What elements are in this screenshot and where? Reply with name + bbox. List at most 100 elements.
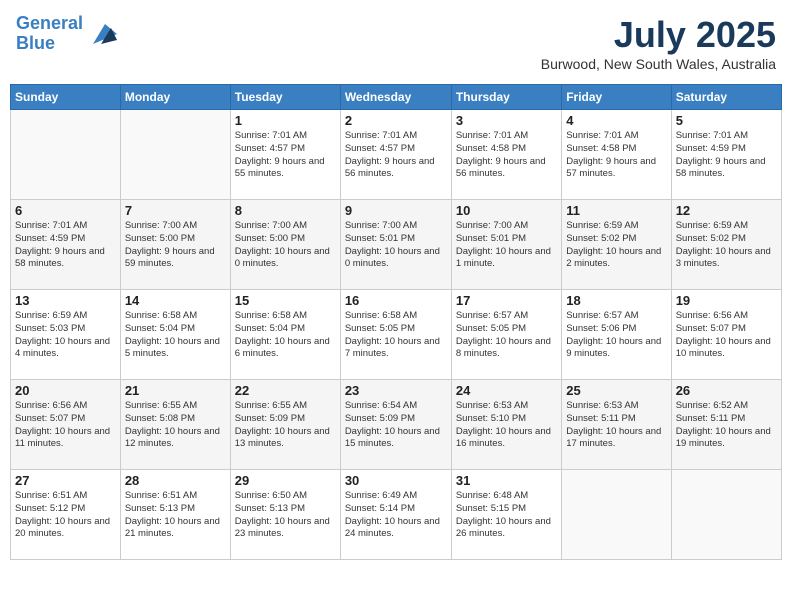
calendar-cell: 27Sunrise: 6:51 AM Sunset: 5:12 PM Dayli… <box>11 470 121 560</box>
calendar-table: SundayMondayTuesdayWednesdayThursdayFrid… <box>10 84 782 560</box>
day-number: 15 <box>235 293 336 308</box>
day-number: 24 <box>456 383 557 398</box>
day-info: Sunrise: 6:52 AM Sunset: 5:11 PM Dayligh… <box>676 400 777 451</box>
day-info: Sunrise: 7:01 AM Sunset: 4:59 PM Dayligh… <box>676 130 777 181</box>
calendar-cell: 5 Sunrise: 7:01 AM Sunset: 4:59 PM Daylig… <box>671 110 781 200</box>
day-number: 25 <box>566 383 666 398</box>
col-header-saturday: Saturday <box>671 85 781 110</box>
calendar-cell <box>120 110 230 200</box>
header: General Blue July 2025 Burwood, New Sout… <box>10 10 782 76</box>
day-info: Sunrise: 7:01 AM Sunset: 4:58 PM Dayligh… <box>566 130 666 181</box>
day-info: Sunrise: 6:58 AM Sunset: 5:04 PM Dayligh… <box>125 310 226 361</box>
calendar-cell: 4 Sunrise: 7:01 AM Sunset: 4:58 PM Daylig… <box>562 110 671 200</box>
day-info: Sunrise: 7:01 AM Sunset: 4:57 PM Dayligh… <box>345 130 447 181</box>
day-number: 5 <box>676 113 777 128</box>
calendar-cell: 25 Sunrise: 6:53 AM Sunset: 5:11 PM Dayli… <box>562 380 671 470</box>
day-info: Sunrise: 7:00 AM Sunset: 5:00 PM Dayligh… <box>125 220 226 271</box>
calendar-cell: 3 Sunrise: 7:01 AM Sunset: 4:58 PM Daylig… <box>451 110 561 200</box>
day-number: 23 <box>345 383 447 398</box>
day-number: 2 <box>345 113 447 128</box>
day-number: 17 <box>456 293 557 308</box>
day-number: 3 <box>456 113 557 128</box>
calendar-week-row: 20 Sunrise: 6:56 AM Sunset: 5:07 PM Dayli… <box>11 380 782 470</box>
day-number: 13 <box>15 293 116 308</box>
calendar-cell <box>11 110 121 200</box>
calendar-cell: 8 Sunrise: 7:00 AM Sunset: 5:00 PM Daylig… <box>230 200 340 290</box>
calendar-week-row: 27Sunrise: 6:51 AM Sunset: 5:12 PM Dayli… <box>11 470 782 560</box>
logo: General Blue <box>16 14 117 54</box>
day-number: 12 <box>676 203 777 218</box>
day-info: Sunrise: 7:00 AM Sunset: 5:01 PM Dayligh… <box>456 220 557 271</box>
day-info: Sunrise: 6:49 AM Sunset: 5:14 PM Dayligh… <box>345 490 447 541</box>
col-header-sunday: Sunday <box>11 85 121 110</box>
day-number: 19 <box>676 293 777 308</box>
col-header-tuesday: Tuesday <box>230 85 340 110</box>
day-number: 20 <box>15 383 116 398</box>
day-info: Sunrise: 6:55 AM Sunset: 5:09 PM Dayligh… <box>235 400 336 451</box>
day-number: 21 <box>125 383 226 398</box>
month-year: July 2025 <box>541 14 776 56</box>
calendar-cell: 1Sunrise: 7:01 AM Sunset: 4:57 PM Daylig… <box>230 110 340 200</box>
col-header-thursday: Thursday <box>451 85 561 110</box>
day-number: 14 <box>125 293 226 308</box>
day-info: Sunrise: 6:59 AM Sunset: 5:03 PM Dayligh… <box>15 310 116 361</box>
calendar-week-row: 13 Sunrise: 6:59 AM Sunset: 5:03 PM Dayli… <box>11 290 782 380</box>
day-info: Sunrise: 6:54 AM Sunset: 5:09 PM Dayligh… <box>345 400 447 451</box>
calendar-cell: 2 Sunrise: 7:01 AM Sunset: 4:57 PM Daylig… <box>340 110 451 200</box>
day-number: 16 <box>345 293 447 308</box>
day-number: 8 <box>235 203 336 218</box>
day-info: Sunrise: 7:01 AM Sunset: 4:59 PM Dayligh… <box>15 220 116 271</box>
day-number: 28 <box>125 473 226 488</box>
day-number: 7 <box>125 203 226 218</box>
title-block: July 2025 Burwood, New South Wales, Aust… <box>541 14 776 72</box>
day-info: Sunrise: 6:51 AM Sunset: 5:13 PM Dayligh… <box>125 490 226 541</box>
day-info: Sunrise: 6:57 AM Sunset: 5:06 PM Dayligh… <box>566 310 666 361</box>
calendar-cell: 11 Sunrise: 6:59 AM Sunset: 5:02 PM Dayli… <box>562 200 671 290</box>
calendar-cell: 10Sunrise: 7:00 AM Sunset: 5:01 PM Dayli… <box>451 200 561 290</box>
calendar-week-row: 6 Sunrise: 7:01 AM Sunset: 4:59 PM Daylig… <box>11 200 782 290</box>
calendar-cell: 9Sunrise: 7:00 AM Sunset: 5:01 PM Daylig… <box>340 200 451 290</box>
day-info: Sunrise: 6:58 AM Sunset: 5:04 PM Dayligh… <box>235 310 336 361</box>
day-info: Sunrise: 6:53 AM Sunset: 5:11 PM Dayligh… <box>566 400 666 451</box>
day-info: Sunrise: 6:55 AM Sunset: 5:08 PM Dayligh… <box>125 400 226 451</box>
calendar-cell: 23 Sunrise: 6:54 AM Sunset: 5:09 PM Dayli… <box>340 380 451 470</box>
calendar-cell: 13 Sunrise: 6:59 AM Sunset: 5:03 PM Dayli… <box>11 290 121 380</box>
day-info: Sunrise: 7:01 AM Sunset: 4:58 PM Dayligh… <box>456 130 557 181</box>
calendar-cell: 17 Sunrise: 6:57 AM Sunset: 5:05 PM Dayli… <box>451 290 561 380</box>
calendar-cell: 19Sunrise: 6:56 AM Sunset: 5:07 PM Dayli… <box>671 290 781 380</box>
day-number: 18 <box>566 293 666 308</box>
calendar-cell: 15 Sunrise: 6:58 AM Sunset: 5:04 PM Dayli… <box>230 290 340 380</box>
calendar-cell: 29Sunrise: 6:50 AM Sunset: 5:13 PM Dayli… <box>230 470 340 560</box>
calendar-cell: 24Sunrise: 6:53 AM Sunset: 5:10 PM Dayli… <box>451 380 561 470</box>
day-info: Sunrise: 6:57 AM Sunset: 5:05 PM Dayligh… <box>456 310 557 361</box>
logo-line2: Blue <box>16 33 55 53</box>
day-info: Sunrise: 6:48 AM Sunset: 5:15 PM Dayligh… <box>456 490 557 541</box>
day-info: Sunrise: 6:59 AM Sunset: 5:02 PM Dayligh… <box>676 220 777 271</box>
calendar-cell: 20 Sunrise: 6:56 AM Sunset: 5:07 PM Dayli… <box>11 380 121 470</box>
day-info: Sunrise: 7:00 AM Sunset: 5:00 PM Dayligh… <box>235 220 336 271</box>
location: Burwood, New South Wales, Australia <box>541 56 776 72</box>
calendar-cell: 6 Sunrise: 7:01 AM Sunset: 4:59 PM Daylig… <box>11 200 121 290</box>
calendar-cell: 31 Sunrise: 6:48 AM Sunset: 5:15 PM Dayli… <box>451 470 561 560</box>
day-number: 26 <box>676 383 777 398</box>
logo-icon <box>85 20 117 48</box>
day-info: Sunrise: 6:59 AM Sunset: 5:02 PM Dayligh… <box>566 220 666 271</box>
day-info: Sunrise: 7:00 AM Sunset: 5:01 PM Dayligh… <box>345 220 447 271</box>
day-number: 6 <box>15 203 116 218</box>
calendar-cell: 21 Sunrise: 6:55 AM Sunset: 5:08 PM Dayli… <box>120 380 230 470</box>
day-info: Sunrise: 6:56 AM Sunset: 5:07 PM Dayligh… <box>15 400 116 451</box>
calendar-week-row: 1Sunrise: 7:01 AM Sunset: 4:57 PM Daylig… <box>11 110 782 200</box>
day-number: 4 <box>566 113 666 128</box>
col-header-friday: Friday <box>562 85 671 110</box>
day-number: 31 <box>456 473 557 488</box>
day-info: Sunrise: 6:51 AM Sunset: 5:12 PM Dayligh… <box>15 490 116 541</box>
day-info: Sunrise: 6:58 AM Sunset: 5:05 PM Dayligh… <box>345 310 447 361</box>
logo-text: General Blue <box>16 14 83 54</box>
calendar-cell: 7 Sunrise: 7:00 AM Sunset: 5:00 PM Daylig… <box>120 200 230 290</box>
calendar-cell: 22Sunrise: 6:55 AM Sunset: 5:09 PM Dayli… <box>230 380 340 470</box>
calendar-cell: 14 Sunrise: 6:58 AM Sunset: 5:04 PM Dayli… <box>120 290 230 380</box>
calendar-cell <box>562 470 671 560</box>
calendar-cell: 26 Sunrise: 6:52 AM Sunset: 5:11 PM Dayli… <box>671 380 781 470</box>
calendar-cell: 12 Sunrise: 6:59 AM Sunset: 5:02 PM Dayli… <box>671 200 781 290</box>
day-number: 11 <box>566 203 666 218</box>
